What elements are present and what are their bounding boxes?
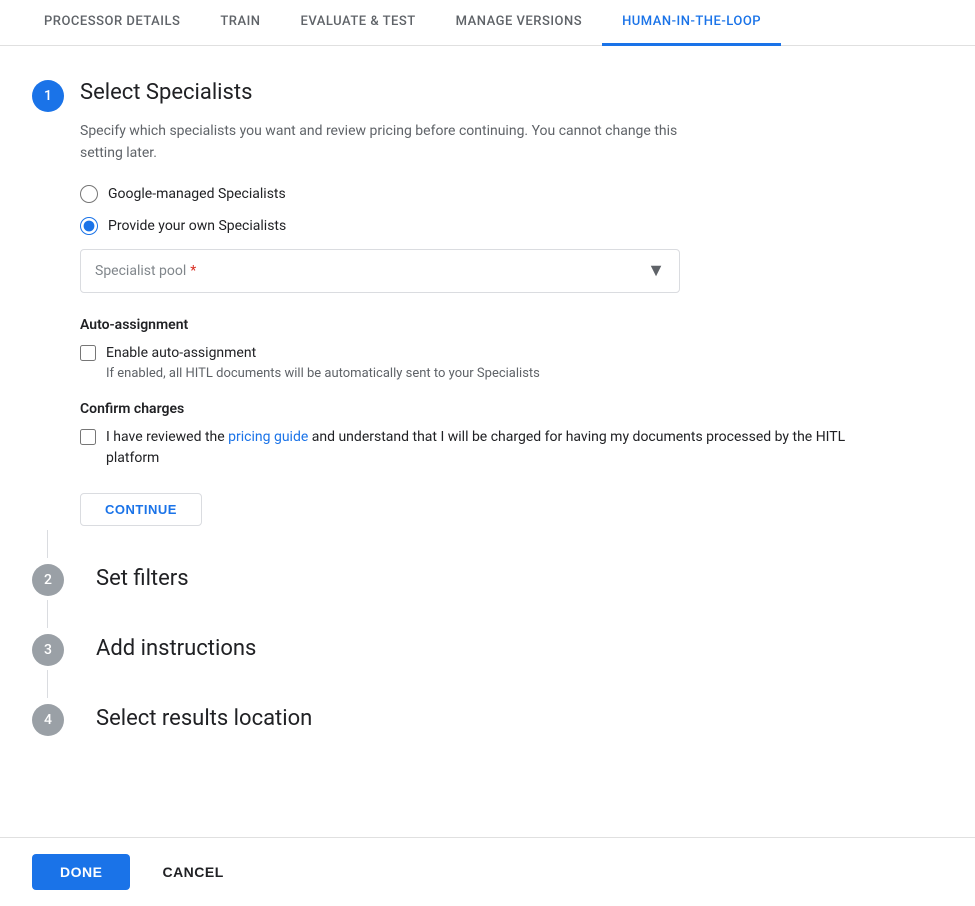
specialist-pool-wrapper: Specialist pool* ▼ [80,249,868,293]
radio-provide-own-input[interactable] [80,217,98,235]
step-3-title: Add instructions [96,636,256,661]
top-navigation: PROCESSOR DETAILS TRAIN EVALUATE & TEST … [0,0,975,46]
auto-assignment-checkbox[interactable] [80,345,96,361]
radio-google-managed[interactable]: Google-managed Specialists [80,185,868,203]
tab-train[interactable]: TRAIN [200,0,280,46]
auto-assignment-text: Enable auto-assignment [106,343,540,364]
continue-button[interactable]: CONTINUE [80,493,202,526]
step-1-description: Specify which specialists you want and r… [80,120,700,165]
radio-google-managed-input[interactable] [80,185,98,203]
step-3: 3 Add instructions [32,632,868,666]
connector-1-2 [47,530,48,558]
step-1-number: 1 [32,80,64,112]
auto-assignment-section: Auto-assignment Enable auto-assignment I… [80,317,868,381]
tab-manage-versions[interactable]: MANAGE VERSIONS [436,0,602,46]
step-2-title: Set filters [96,566,189,591]
step-4-title: Select results location [96,706,312,731]
step-1: 1 Select Specialists [32,78,868,112]
done-button[interactable]: DONE [32,854,130,890]
confirm-charges-checkbox[interactable] [80,429,96,445]
tab-evaluate-test[interactable]: EVALUATE & TEST [281,0,436,46]
confirm-charges-label: Confirm charges [80,401,868,417]
connector-3-4 [47,670,48,698]
auto-assignment-label: Auto-assignment [80,317,868,333]
step-1-content: Specify which specialists you want and r… [80,120,868,526]
confirm-charges-checkbox-label[interactable]: I have reviewed the pricing guide and un… [80,427,868,469]
step-4-number: 4 [32,704,64,736]
step-2-number: 2 [32,564,64,596]
radio-provide-own-label: Provide your own Specialists [108,218,286,234]
step-3-number: 3 [32,634,64,666]
bottom-actions: DONE CANCEL [0,837,975,906]
chevron-down-icon: ▼ [647,260,665,281]
main-content: 1 Select Specialists Specify which speci… [0,46,900,772]
step-4: 4 Select results location [32,702,868,736]
tab-processor-details[interactable]: PROCESSOR DETAILS [24,0,200,46]
confirm-charges-section: Confirm charges I have reviewed the pric… [80,401,868,469]
confirm-charges-text: I have reviewed the pricing guide and un… [106,427,868,469]
step-2: 2 Set filters [32,562,868,596]
required-star: * [190,263,196,279]
connector-2-3 [47,600,48,628]
tab-human-in-the-loop[interactable]: HUMAN-IN-THE-LOOP [602,0,781,46]
specialist-pool-dropdown[interactable]: Specialist pool* ▼ [80,249,680,293]
pricing-guide-link[interactable]: pricing guide [228,429,308,445]
auto-assignment-text-wrapper: Enable auto-assignment If enabled, all H… [106,343,540,381]
specialist-pool-label: Specialist pool* [95,263,196,279]
radio-provide-own[interactable]: Provide your own Specialists [80,217,868,235]
auto-assignment-checkbox-label[interactable]: Enable auto-assignment If enabled, all H… [80,343,868,381]
radio-google-managed-label: Google-managed Specialists [108,186,286,202]
auto-assignment-subtext: If enabled, all HITL documents will be a… [106,366,540,381]
cancel-button[interactable]: CANCEL [138,854,247,890]
step-1-title: Select Specialists [80,78,252,109]
